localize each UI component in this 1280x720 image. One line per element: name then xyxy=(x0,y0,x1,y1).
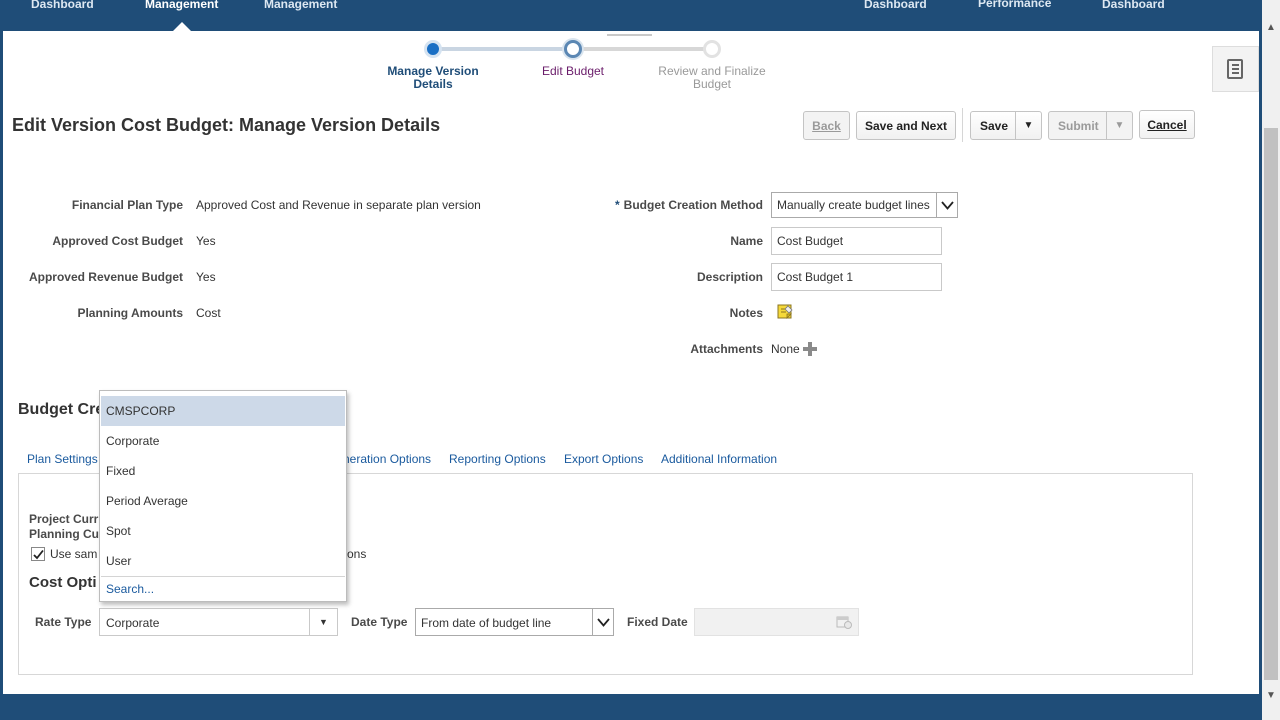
fixed-date-field xyxy=(694,608,859,636)
top-navigation-bar: Dashboard Management Management Dashboar… xyxy=(0,0,1280,34)
nav-dashboard[interactable]: Dashboard xyxy=(31,0,94,11)
chevron-down-icon xyxy=(936,193,957,217)
name-field[interactable]: Cost Budget xyxy=(771,227,942,255)
train-stop-review-finalize xyxy=(703,40,721,58)
financial-plan-type-value: Approved Cost and Revenue in separate pl… xyxy=(196,198,481,212)
dropdown-option-corporate[interactable]: Corporate xyxy=(101,426,345,456)
rate-type-dropdown-list: CMSPCORP Corporate Fixed Period Average … xyxy=(99,390,347,602)
checkmark-icon xyxy=(33,549,44,560)
dropdown-search-link[interactable]: Search... xyxy=(106,582,154,596)
dropdown-option-period-average[interactable]: Period Average xyxy=(101,486,345,516)
tab-plan-settings[interactable]: Plan Settings xyxy=(27,452,98,466)
date-type-label: Date Type xyxy=(351,615,408,629)
project-currency-label: Project Curr xyxy=(29,512,99,526)
chevron-down-icon xyxy=(592,609,613,635)
description-field[interactable]: Cost Budget 1 xyxy=(771,263,942,291)
approved-revenue-budget-value: Yes xyxy=(196,270,216,284)
train-stop-manage-version[interactable] xyxy=(424,40,442,58)
page-title: Edit Version Cost Budget: Manage Version… xyxy=(12,115,441,135)
budget-creation-section-title: Budget Cre xyxy=(18,401,105,418)
dropdown-option-spot[interactable]: Spot xyxy=(101,516,345,546)
use-same-currency-label-end: ons xyxy=(347,547,367,561)
description-label: Description xyxy=(696,270,763,284)
train-stop-edit-budget[interactable] xyxy=(564,40,582,58)
use-same-currency-label: Use sam xyxy=(50,547,98,561)
train-connector-2 xyxy=(580,47,706,51)
submit-menu-chevron-down-icon: ▼ xyxy=(1106,112,1132,139)
scroll-down-icon[interactable]: ▼ xyxy=(1266,690,1276,701)
nav-management[interactable]: Management xyxy=(264,0,337,11)
save-and-next-button[interactable]: Save and Next xyxy=(856,111,956,140)
side-panel-toggle[interactable] xyxy=(1212,46,1259,92)
date-type-select[interactable]: From date of budget line xyxy=(415,608,614,636)
save-button[interactable]: Save ▼ xyxy=(970,111,1042,140)
train-connector-1 xyxy=(440,47,566,51)
tab-reporting-options[interactable]: Reporting Options xyxy=(449,452,546,466)
scroll-up-icon[interactable]: ▲ xyxy=(1266,22,1276,33)
use-same-currency-checkbox[interactable] xyxy=(31,547,45,561)
scrollbar-thumb[interactable] xyxy=(1264,128,1278,680)
planning-amounts-value: Cost xyxy=(196,306,221,320)
back-button[interactable]: Back xyxy=(803,111,850,140)
document-icon xyxy=(1227,59,1243,79)
approved-cost-budget-value: Yes xyxy=(196,234,216,248)
planning-currency-label: Planning Cu xyxy=(29,527,99,541)
approved-revenue-budget-label: Approved Revenue Budget xyxy=(28,270,183,284)
train-label-edit-budget[interactable]: Edit Budget xyxy=(513,65,633,78)
vertical-scrollbar[interactable]: ▲ ▼ xyxy=(1262,0,1280,720)
train-label-manage-version[interactable]: Manage Version Details xyxy=(373,65,493,91)
cost-options-title: Cost Opti xyxy=(29,574,97,591)
cancel-button[interactable]: Cancel xyxy=(1139,110,1195,139)
name-label: Name xyxy=(730,234,763,248)
notes-icon[interactable] xyxy=(777,304,793,320)
budget-creation-method-select[interactable]: Manually create budget lines xyxy=(771,192,958,218)
train-marker xyxy=(607,34,652,36)
tab-generation-options[interactable]: neration Options xyxy=(343,452,431,466)
tab-export-options[interactable]: Export Options xyxy=(564,452,643,466)
financial-plan-type-label: Financial Plan Type xyxy=(71,198,183,212)
attachments-label: Attachments xyxy=(690,342,763,356)
dropdown-option-user[interactable]: User xyxy=(101,546,345,576)
notes-label: Notes xyxy=(729,306,763,320)
save-menu-chevron-down-icon[interactable]: ▼ xyxy=(1015,112,1041,139)
rate-type-combobox[interactable]: Corporate ▼ xyxy=(99,608,338,636)
attachments-value: None xyxy=(771,342,800,356)
dropdown-option-cmspcorp[interactable]: CMSPCORP xyxy=(101,396,345,426)
nav-performance[interactable]: Performance xyxy=(978,0,1068,10)
planning-amounts-label: Planning Amounts xyxy=(77,306,183,320)
calendar-icon xyxy=(836,616,852,629)
rate-type-label: Rate Type xyxy=(35,615,92,629)
submit-button: Submit ▼ xyxy=(1048,111,1133,140)
fixed-date-label: Fixed Date xyxy=(627,615,688,629)
nav-dashboard-2[interactable]: Dashboard xyxy=(864,0,927,11)
required-indicator: * xyxy=(615,198,620,212)
add-attachment-plus-icon[interactable] xyxy=(803,342,817,356)
rate-type-dropdown-arrow-icon[interactable]: ▼ xyxy=(309,609,337,635)
approved-cost-budget-label: Approved Cost Budget xyxy=(52,234,183,248)
toolbar-separator xyxy=(962,108,963,142)
nav-management-active[interactable]: Management xyxy=(145,0,218,11)
train-label-review-finalize: Review and Finalize Budget xyxy=(658,64,766,91)
tab-additional-information[interactable]: Additional Information xyxy=(661,452,777,466)
dropdown-divider xyxy=(101,576,345,577)
dropdown-option-fixed[interactable]: Fixed xyxy=(101,456,345,486)
budget-creation-method-label: * Budget Creation Method xyxy=(615,198,763,212)
nav-dashboard-3[interactable]: Dashboard xyxy=(1102,0,1165,11)
